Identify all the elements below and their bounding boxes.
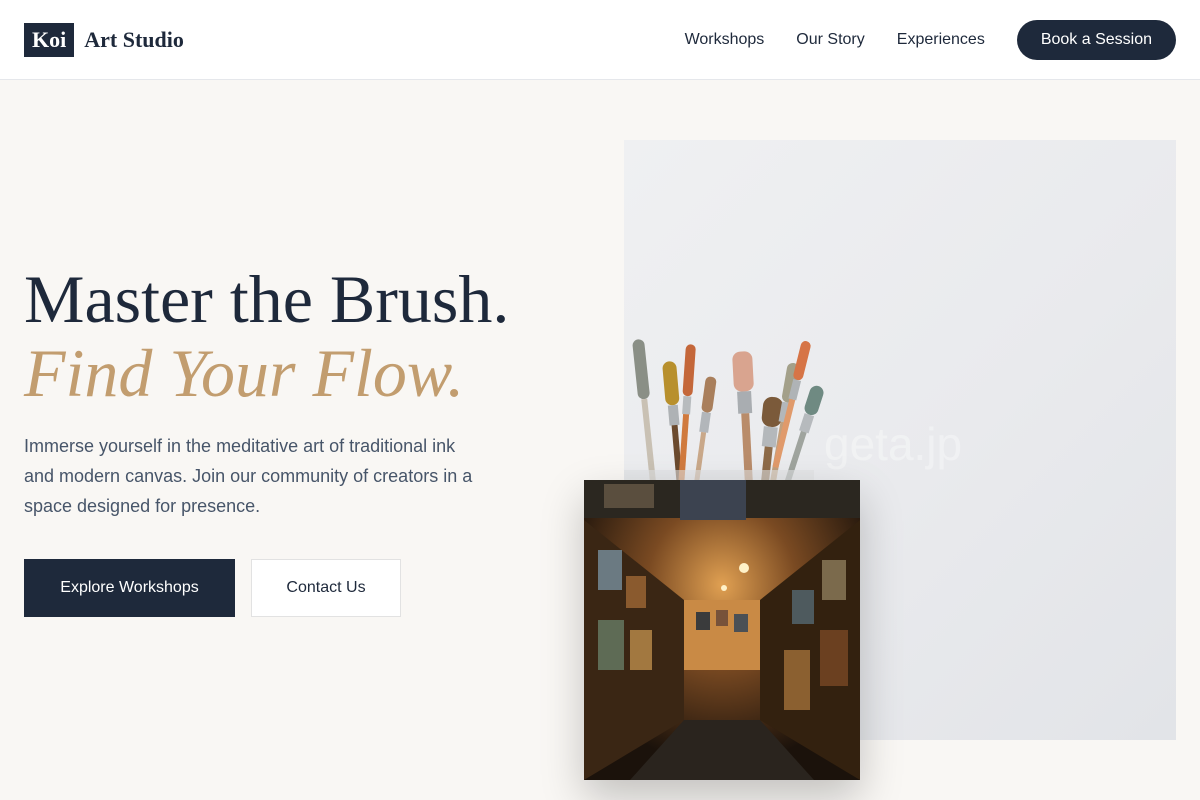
hero-title: Master the Brush. Find Your Flow. xyxy=(24,262,509,410)
nav-link-experiences[interactable]: Experiences xyxy=(897,20,985,60)
nav-link-our-story[interactable]: Our Story xyxy=(796,20,864,60)
logo-mark: Koi xyxy=(24,23,75,57)
hero-description: Immerse yourself in the meditative art o… xyxy=(24,436,473,516)
nav-link-workshops[interactable]: Workshops xyxy=(685,20,765,60)
contact-us-button[interactable]: Contact Us xyxy=(251,559,401,617)
gallery-corridor-illustration xyxy=(584,480,860,780)
hero-title-line1: Master the Brush. xyxy=(24,261,510,337)
gallery-corridor-image xyxy=(584,480,860,780)
book-session-button[interactable]: Book a Session xyxy=(1016,20,1176,60)
logo[interactable]: Koi Art Studio xyxy=(24,23,184,57)
logo-text: Art Studio xyxy=(84,27,184,52)
site-header: Koi Art Studio Workshops Our Story Exper… xyxy=(0,0,1200,80)
main-nav: Workshops Our Story Experiences Book a S… xyxy=(685,20,1176,60)
explore-workshops-button[interactable]: Explore Workshops xyxy=(24,559,235,617)
image-watermark: geta.jp xyxy=(824,418,962,470)
hero-title-line2: Find Your Flow. xyxy=(24,335,465,411)
